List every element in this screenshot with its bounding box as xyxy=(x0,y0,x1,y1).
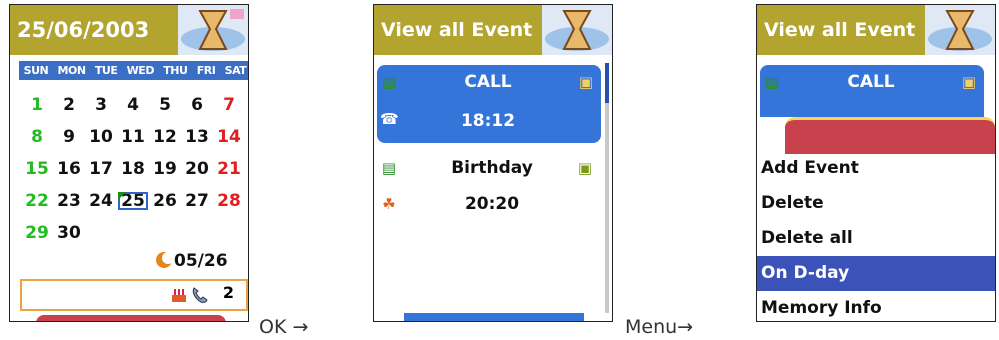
menu-list: Add Event Delete Delete all On D-day Memory … xyxy=(757,151,995,321)
weekday-label: WED xyxy=(126,64,155,77)
calendar-screen: 25/06/2003 SUN MON TUE WED THU FRI SAT 1234567… xyxy=(9,4,249,322)
ok-arrow-label: OK → xyxy=(259,316,309,338)
calendar-day[interactable]: 6 xyxy=(181,95,213,115)
calendar-day-today[interactable]: 25 xyxy=(117,191,149,211)
hourglass-decoration-icon xyxy=(925,5,995,55)
options-menu: Add Event Delete Delete all On D-day Memory … xyxy=(757,117,995,321)
event-name: CALL xyxy=(464,72,512,92)
calendar-day[interactable]: 20 xyxy=(181,159,213,179)
calendar-grid: 1 2 3 4 5 6 7 8 9 10 11 12 13 14 15 16 17 18 19 20 21 22 23 24 2… xyxy=(21,89,248,249)
bottom-softkey-tab[interactable] xyxy=(36,315,226,321)
event-item-selected: ▤ CALL ▣ xyxy=(760,65,984,125)
calendar-day[interactable]: 14 xyxy=(213,127,245,147)
calendar-day[interactable]: 2 xyxy=(53,95,85,115)
event-time: 20:20 xyxy=(464,194,520,214)
view-events-screen: View all Event ▤ CALL ▣ ☎ 18:12 ▤ Birthd… xyxy=(373,4,613,322)
calendar-day[interactable]: 30 xyxy=(53,223,85,243)
hourglass-decoration-icon xyxy=(178,5,248,55)
header-date: 25/06/2003 xyxy=(17,18,150,42)
weekday-label: MON xyxy=(57,64,87,77)
calendar-day[interactable]: 1 xyxy=(21,95,53,115)
weekday-label: SAT xyxy=(224,64,247,77)
lunar-date: 05/26 xyxy=(174,251,228,271)
calendar-day[interactable]: 13 xyxy=(181,127,213,147)
weekday-header: SUN MON TUE WED THU FRI SAT xyxy=(19,61,248,80)
menu-item[interactable]: Delete xyxy=(757,186,995,221)
event-name: Birthday xyxy=(451,158,533,178)
calendar-week: 15 16 17 18 19 20 21 xyxy=(21,153,248,185)
calendar-day[interactable]: 22 xyxy=(21,191,53,211)
options-menu-screen: View all Event ▤ CALL ▣ Add Event Delete D… xyxy=(756,4,996,322)
menu-arrow-label: Menu→ xyxy=(625,316,694,338)
event-time: 18:12 xyxy=(460,111,516,131)
event-count: 2 xyxy=(222,283,234,302)
calendar-day[interactable]: 21 xyxy=(213,159,245,179)
calendar-week: 1234567 xyxy=(21,89,248,121)
menu-tab-decoration xyxy=(785,117,995,154)
calendar-day[interactable]: 3 xyxy=(85,95,117,115)
menu-item[interactable]: On D-day xyxy=(757,256,995,291)
calendar-day[interactable]: 5 xyxy=(149,95,181,115)
weekday-label: FRI xyxy=(196,64,216,77)
calendar-icon: ▣ xyxy=(961,73,977,91)
weekday-label: THU xyxy=(163,64,188,77)
calendar-day[interactable]: 16 xyxy=(53,159,85,179)
scrollbar-thumb[interactable] xyxy=(605,63,609,103)
event-info-box: 2 xyxy=(20,279,248,311)
birthday-cake-icon xyxy=(172,289,186,302)
menu-item[interactable]: Add Event xyxy=(757,151,995,186)
calendar-day[interactable]: 12 xyxy=(149,127,181,147)
calendar-day[interactable]: 4 xyxy=(117,95,149,115)
hourglass-decoration-icon xyxy=(542,5,612,55)
calendar-week: 22 23 24 25 26 27 28 xyxy=(21,185,248,217)
calendar-week: 29 30 xyxy=(21,217,248,249)
calendar-day[interactable]: 9 xyxy=(53,127,85,147)
bottom-softkey-bar[interactable] xyxy=(404,313,584,321)
calendar-day[interactable]: 17 xyxy=(85,159,117,179)
calendar-icon: ▣ xyxy=(578,73,594,91)
calendar-day[interactable]: 10 xyxy=(85,127,117,147)
event-item-selected[interactable]: ▤ CALL ▣ ☎ 18:12 xyxy=(377,65,601,143)
event-name: CALL xyxy=(847,72,895,92)
header-title: View all Event xyxy=(764,19,916,41)
calendar-day[interactable]: 24 xyxy=(85,191,117,211)
calendar-icon: ▣ xyxy=(577,159,593,177)
moon-icon xyxy=(156,252,173,268)
calendar-day[interactable]: 29 xyxy=(21,223,53,243)
calendar-day[interactable]: 15 xyxy=(21,159,53,179)
calendar-day[interactable]: 26 xyxy=(149,191,181,211)
menu-item[interactable]: Memory Info xyxy=(757,291,995,321)
calendar-day[interactable]: 8 xyxy=(21,127,53,147)
calendar-day[interactable]: 11 xyxy=(117,127,149,147)
calendar-day[interactable]: 28 xyxy=(213,191,245,211)
weekday-label: TUE xyxy=(94,64,118,77)
phone-icon xyxy=(192,287,208,303)
calendar-day[interactable]: 19 xyxy=(149,159,181,179)
calendar-day[interactable]: 18 xyxy=(117,159,149,179)
menu-item[interactable]: Delete all xyxy=(757,221,995,256)
calendar-day[interactable]: 23 xyxy=(53,191,85,211)
weekday-label: SUN xyxy=(23,64,49,77)
calendar-week: 8 9 10 11 12 13 14 xyxy=(21,121,248,153)
scrollbar[interactable] xyxy=(605,63,609,313)
calendar-day[interactable]: 27 xyxy=(181,191,213,211)
calendar-day[interactable]: 7 xyxy=(213,95,245,115)
header-title: View all Event xyxy=(381,19,533,41)
